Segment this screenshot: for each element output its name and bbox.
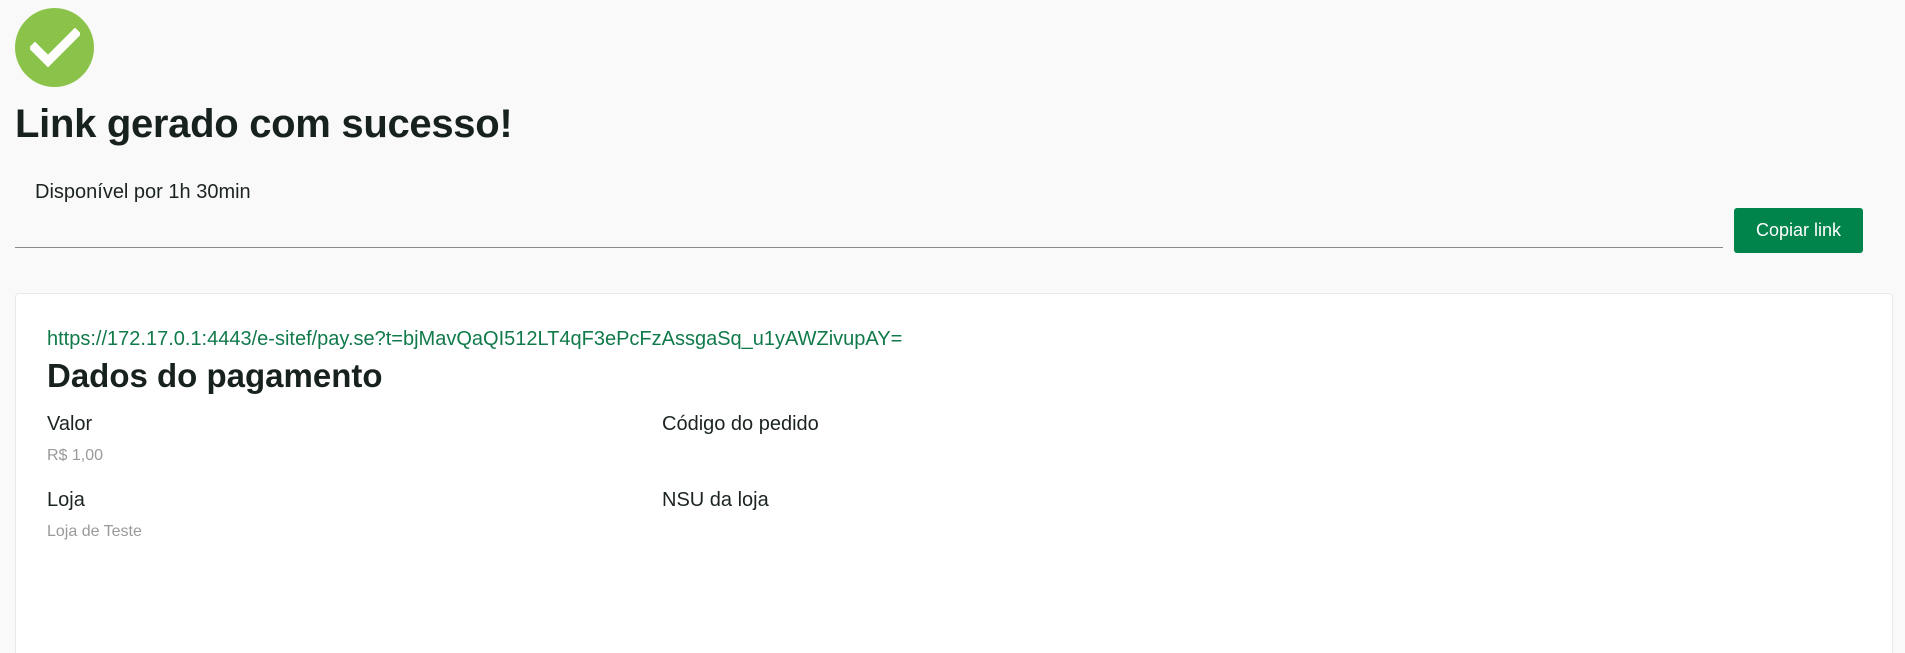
valor-value: R$ 1,00 — [47, 447, 104, 464]
check-circle-icon — [15, 8, 94, 87]
valor-label: Valor — [47, 413, 93, 435]
nsu-loja-label: NSU da loja — [662, 489, 769, 511]
loja-value: Loja de Teste — [47, 523, 142, 540]
section-title: Dados do pagamento — [47, 357, 383, 394]
availability-text: Disponível por 1h 30min — [35, 181, 251, 203]
page-title: Link gerado com sucesso! — [15, 102, 513, 146]
payment-details-card: https://172.17.0.1:4443/e-sitef/pay.se?t… — [15, 293, 1893, 653]
loja-label: Loja — [47, 489, 85, 511]
copy-link-button[interactable]: Copiar link — [1734, 208, 1863, 253]
payment-url-link[interactable]: https://172.17.0.1:4443/e-sitef/pay.se?t… — [47, 328, 902, 351]
link-field[interactable] — [15, 207, 1723, 248]
codigo-pedido-label: Código do pedido — [662, 413, 819, 435]
payment-link-page: Link gerado com sucesso! Disponível por … — [0, 0, 1905, 653]
checkmark-icon — [29, 27, 80, 67]
